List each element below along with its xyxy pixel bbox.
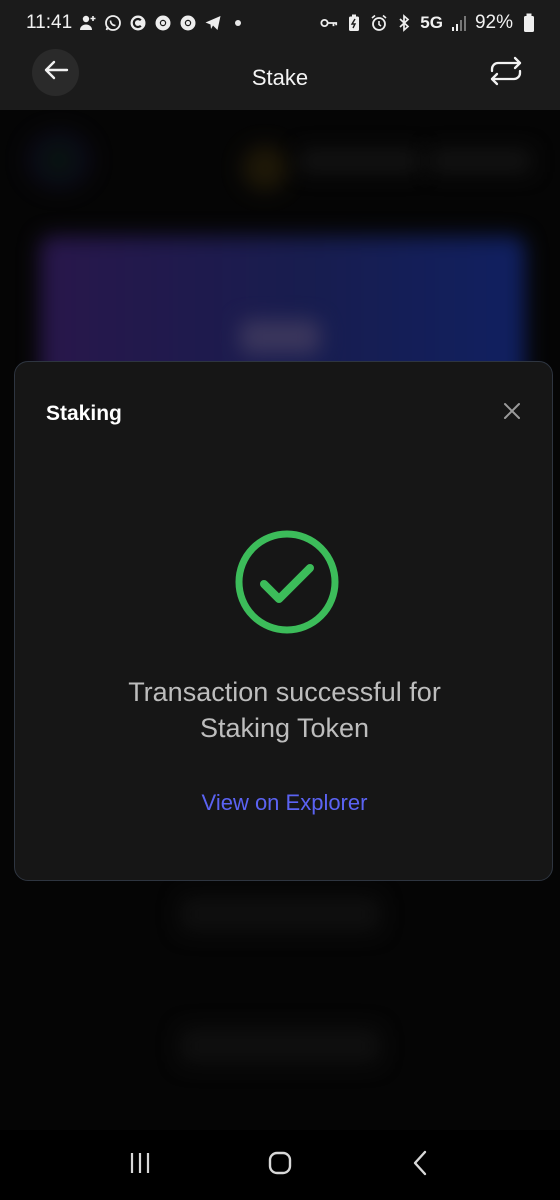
success-message-line1: Transaction successful for — [128, 677, 441, 707]
dot-icon — [235, 20, 242, 26]
repeat-button[interactable] — [488, 55, 524, 91]
network-type: 5G — [420, 13, 443, 32]
screen: 11:41 5G 92% Stake Staking Transaction s… — [0, 0, 560, 1200]
staking-modal: Staking Transaction successful for Staki… — [14, 361, 553, 881]
battery-saver-icon — [345, 14, 363, 32]
chrome-icon — [154, 14, 172, 32]
battery-percent: 92% — [474, 12, 513, 33]
battery-icon — [520, 13, 538, 32]
home-icon — [267, 1150, 293, 1181]
chrome-icon — [179, 14, 197, 32]
close-icon — [503, 402, 521, 425]
bluetooth-icon — [395, 14, 413, 32]
success-message-line2: Staking Token — [199, 713, 370, 743]
system-nav-bar — [0, 1130, 560, 1200]
modal-title: Staking — [46, 402, 122, 425]
app-bar: Stake — [0, 46, 560, 110]
status-left: 11:41 — [26, 12, 242, 34]
c-app-icon — [129, 14, 147, 32]
clock: 11:41 — [26, 12, 73, 33]
success-message: Transaction successful for Staking Token — [15, 674, 554, 746]
back-button[interactable] — [32, 49, 79, 96]
whatsapp-icon — [104, 14, 122, 32]
home-button[interactable] — [250, 1135, 310, 1195]
recent-apps-icon — [128, 1151, 152, 1180]
alarm-icon — [370, 14, 388, 32]
add-person-icon — [79, 14, 97, 32]
arrow-left-icon — [43, 59, 69, 86]
status-bar: 11:41 5G 92% — [0, 0, 560, 46]
key-icon — [320, 14, 338, 32]
status-right: 5G 92% — [320, 12, 538, 34]
page-title: Stake — [251, 65, 309, 90]
signal-icon — [450, 14, 468, 32]
back-nav-button[interactable] — [390, 1135, 450, 1195]
repeat-icon — [489, 56, 523, 91]
telegram-icon — [204, 14, 222, 32]
check-circle-icon — [234, 529, 340, 635]
view-on-explorer-link[interactable]: View on Explorer — [15, 790, 554, 816]
back-icon — [411, 1150, 429, 1181]
close-button[interactable] — [498, 399, 526, 427]
recent-apps-button[interactable] — [110, 1135, 170, 1195]
